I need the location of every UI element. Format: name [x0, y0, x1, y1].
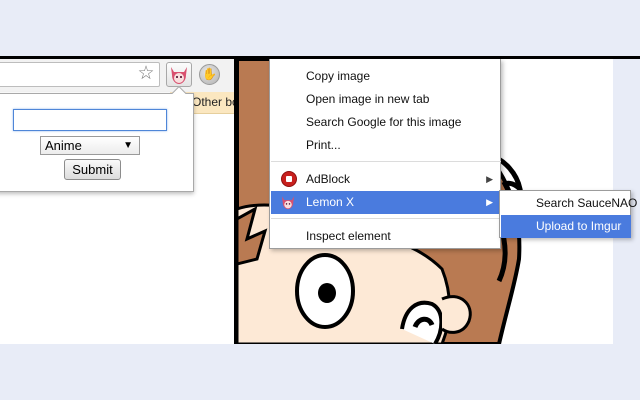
- screen-top-border: [0, 56, 640, 59]
- screenshot-frame: ☆ ✋ Other bo Anime ▼ Submit Copy image O…: [0, 0, 640, 400]
- menu-item-adblock[interactable]: AdBlock ▶: [271, 168, 501, 191]
- category-selected-value: Anime: [45, 138, 82, 153]
- lemonx-popup: Anime ▼ Submit: [0, 93, 194, 192]
- menu-item-label: AdBlock: [306, 172, 351, 186]
- menu-item-inspect-element[interactable]: Inspect element: [271, 225, 501, 248]
- dropdown-arrow-icon: ▼: [123, 140, 133, 151]
- menu-separator: [271, 161, 501, 162]
- menu-item-lemonx[interactable]: Lemon X ▶: [271, 191, 501, 214]
- menu-item-upload-imgur[interactable]: Upload to Imgur: [501, 215, 631, 238]
- lemonx-anime-girl-icon: [171, 67, 187, 84]
- menu-separator: [271, 218, 501, 219]
- menu-item-label: Lemon X: [306, 195, 355, 209]
- context-menu: Copy image Open image in new tab Search …: [269, 59, 501, 249]
- menu-item-copy-image[interactable]: Copy image: [271, 65, 501, 88]
- submit-button[interactable]: Submit: [64, 159, 121, 180]
- submenu-arrow-icon: ▶: [486, 197, 493, 207]
- menu-item-search-saucenao[interactable]: Search SauceNAO: [501, 192, 637, 215]
- menu-item-print[interactable]: Print...: [271, 134, 501, 157]
- menu-item-search-google-image[interactable]: Search Google for this image: [271, 111, 501, 134]
- search-query-input[interactable]: [13, 109, 167, 131]
- adblock-icon: [281, 171, 297, 187]
- hand-icon[interactable]: ✋: [199, 64, 220, 85]
- lemonx-extension-button[interactable]: [166, 62, 192, 87]
- menu-item-open-image-new-tab[interactable]: Open image in new tab: [271, 88, 501, 111]
- star-icon[interactable]: ☆: [136, 63, 156, 85]
- lemonx-anime-girl-icon: [282, 196, 294, 210]
- category-select[interactable]: Anime ▼: [40, 136, 140, 155]
- other-bookmarks-link[interactable]: Other bo: [192, 95, 234, 109]
- lemonx-submenu: Search SauceNAO Upload to Imgur: [499, 190, 637, 238]
- page-border: [234, 59, 237, 344]
- submenu-arrow-icon: ▶: [486, 174, 493, 184]
